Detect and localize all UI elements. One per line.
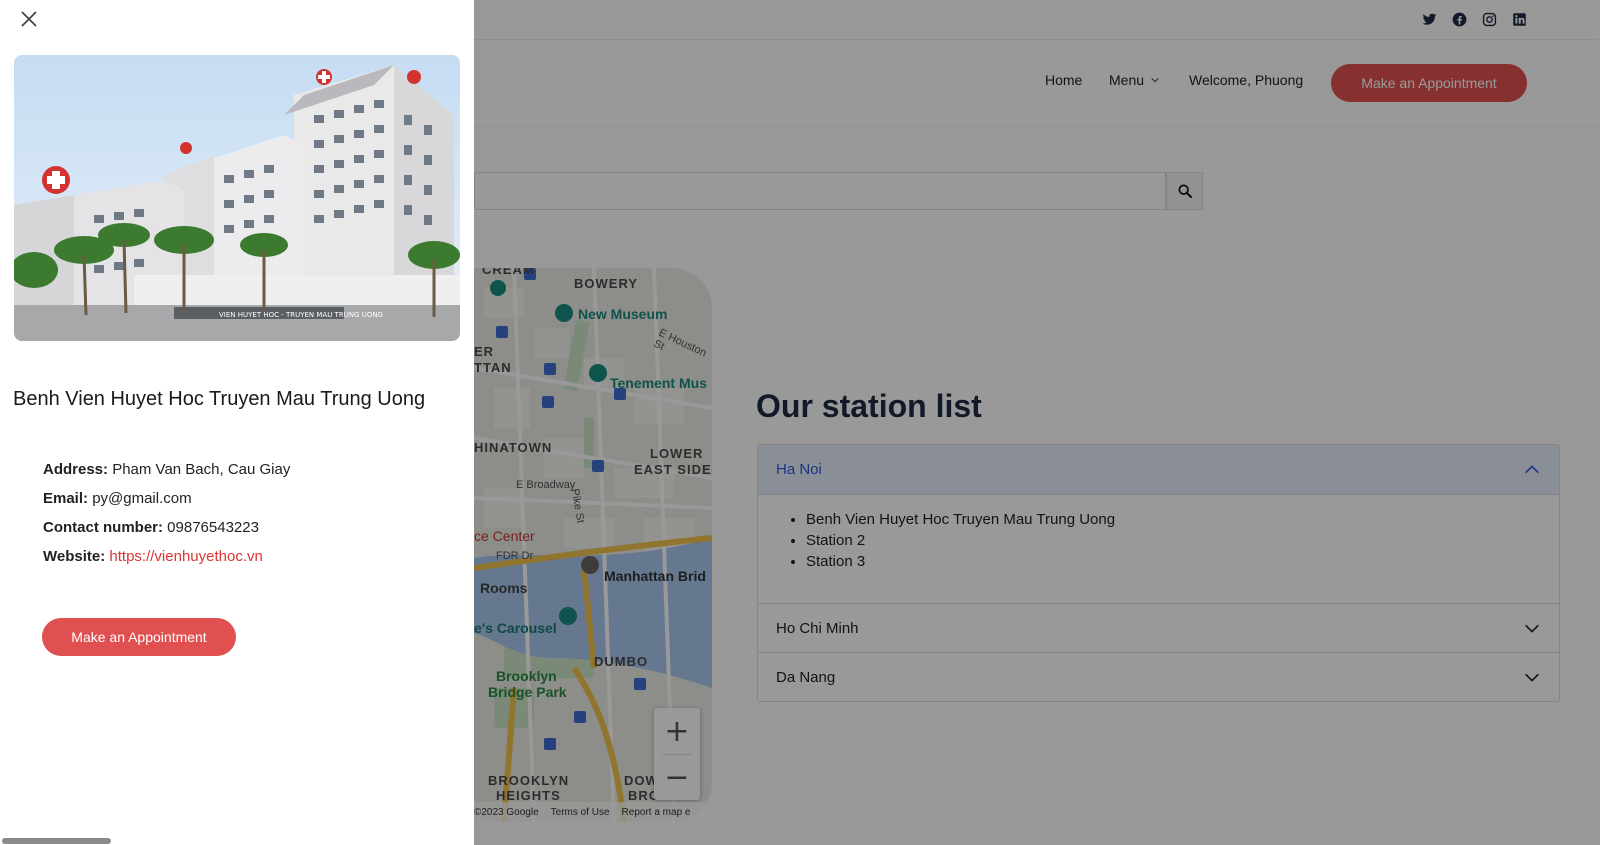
station-info: Address: Pham Van Bach, Cau Giay Email: … — [43, 461, 290, 577]
contact-label: Contact number: — [43, 519, 163, 536]
contact-row: Contact number: 09876543223 — [43, 519, 290, 548]
horizontal-scrollbar[interactable] — [2, 838, 111, 844]
email-row: Email: py@gmail.com — [43, 490, 290, 519]
close-button[interactable] — [18, 8, 40, 30]
station-photo: VIEN HUYET HOC - TRUYEN MAU TRUNG UONG — [14, 55, 460, 341]
address-value: Pham Van Bach, Cau Giay — [112, 461, 291, 478]
address-row: Address: Pham Van Bach, Cau Giay — [43, 461, 290, 490]
close-icon — [21, 11, 37, 27]
website-link[interactable]: https://vienhuyethoc.vn — [109, 548, 262, 565]
make-appointment-button[interactable]: Make an Appointment — [42, 618, 236, 656]
email-label: Email: — [43, 490, 89, 507]
contact-value: 09876543223 — [167, 519, 259, 536]
station-detail-drawer: VIEN HUYET HOC - TRUYEN MAU TRUNG UONG B… — [0, 0, 474, 845]
website-label: Website: — [43, 548, 106, 565]
email-value: py@gmail.com — [92, 490, 192, 507]
website-row: Website: https://vienhuyethoc.vn — [43, 548, 290, 577]
station-name-title: Benh Vien Huyet Hoc Truyen Mau Trung Uon… — [13, 388, 426, 410]
photo-sign-text: VIEN HUYET HOC - TRUYEN MAU TRUNG UONG — [219, 311, 383, 319]
address-label: Address: — [43, 461, 109, 478]
